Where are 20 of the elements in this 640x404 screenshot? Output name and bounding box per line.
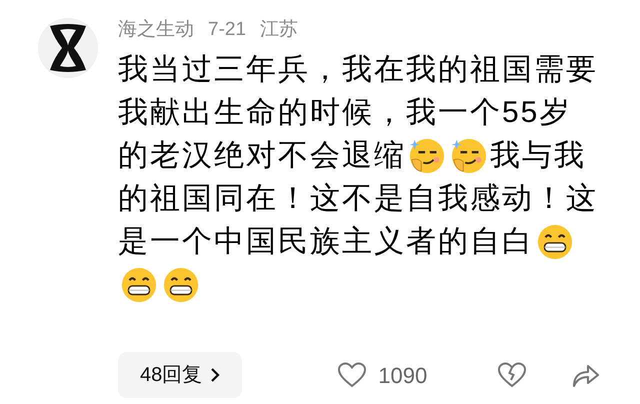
- like-count: 1090: [378, 362, 428, 390]
- smug-emoji-icon: [450, 136, 488, 174]
- grin-emoji-icon: [162, 266, 200, 304]
- grin-emoji-icon: [120, 266, 158, 304]
- comment-text: 是一个中国民族主义者的自白: [118, 224, 534, 260]
- share-icon[interactable]: [572, 362, 600, 388]
- smug-emoji-icon: [408, 136, 446, 174]
- comment-text: 的祖国同在！这不是自我感动！这: [118, 181, 598, 217]
- grin-emoji-icon: [536, 222, 574, 260]
- comment-text: 的老汉绝对不会退缩: [118, 138, 406, 174]
- heart-icon[interactable]: [338, 362, 366, 388]
- broken-heart-icon[interactable]: [498, 362, 526, 388]
- chevron-right-icon: [210, 367, 220, 383]
- comment-location: 江苏: [260, 18, 298, 42]
- comment-date: 7-21: [208, 18, 246, 42]
- avatar-icon[interactable]: [38, 18, 98, 78]
- comment-text: 我献出生命的时候，我一个55岁: [118, 95, 572, 131]
- comment-text: 我与我: [490, 138, 586, 174]
- replies-button[interactable]: 48回复: [118, 352, 242, 398]
- comment-text: 我当过三年兵，我在我的祖国需要: [118, 52, 598, 88]
